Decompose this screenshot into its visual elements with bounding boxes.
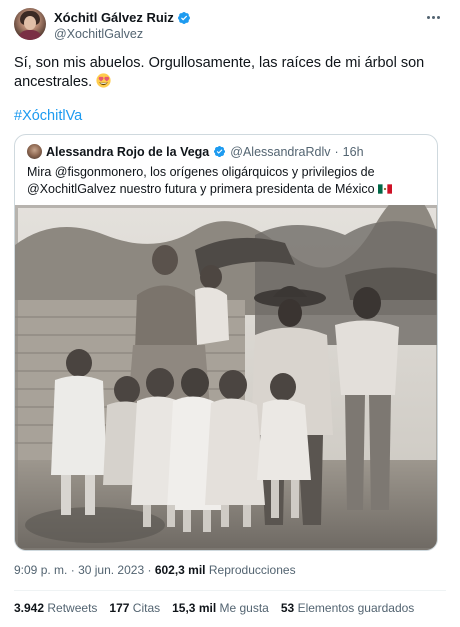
likes-count: 15,3 mil [172, 601, 217, 615]
tweet-time[interactable]: 9:09 p. m. [14, 563, 67, 577]
bookmarks-stat[interactable]: 53 Elementos guardados [281, 601, 414, 615]
tweet-header: Xóchitl Gálvez Ruiz @XochitlGalvez [14, 8, 446, 42]
retweets-count: 3.942 [14, 601, 45, 615]
quotes-count: 177 [109, 601, 130, 615]
views-label: Reproducciones [208, 563, 296, 577]
meta-separator: · [147, 563, 152, 577]
tweet-text: Sí, son mis abuelos. Orgullosamente, las… [14, 54, 434, 92]
divider [14, 590, 446, 591]
quoted-avatar[interactable] [27, 144, 42, 159]
quoted-tweet-text: Mira @fisgonmonero, los orígenes oligárq… [27, 164, 427, 197]
bookmarks-label: Elementos guardados [297, 601, 415, 615]
quotes-label: Citas [132, 601, 161, 615]
tweet: Xóchitl Gálvez Ruiz @XochitlGalvez Sí, s… [0, 0, 460, 627]
family-photo-image [15, 205, 437, 550]
family-photo[interactable] [15, 205, 437, 550]
tweet-date[interactable]: 30 jun. 2023 [78, 563, 144, 577]
author-handle[interactable]: @XochitlGalvez [54, 27, 143, 41]
likes-label: Me gusta [219, 601, 269, 615]
views-count: 602,3 mil [154, 563, 206, 577]
quoted-separator: · [334, 144, 339, 159]
retweets-label: Retweets [47, 601, 98, 615]
more-options-icon[interactable] [422, 10, 444, 24]
retweets-stat[interactable]: 3.942 Retweets [14, 601, 97, 615]
quoted-timestamp[interactable]: 16h [343, 145, 364, 159]
quoted-handle[interactable]: @AlessandraRdlv [230, 145, 330, 159]
quoted-tweet[interactable]: Alessandra Rojo de la Vega @AlessandraRd… [14, 134, 438, 551]
quoted-text-content: Mira @fisgonmonero, los orígenes oligárq… [27, 165, 375, 196]
quoted-display-name[interactable]: Alessandra Rojo de la Vega [46, 145, 209, 159]
author-display-name[interactable]: Xóchitl Gálvez Ruiz [54, 10, 174, 25]
author-name-row: Xóchitl Gálvez Ruiz [54, 10, 191, 25]
avatar[interactable] [14, 8, 46, 40]
verified-badge-icon [177, 11, 190, 24]
hashtag-link[interactable]: #XóchitlVa [14, 108, 82, 124]
heart-eyes-emoji-icon [96, 73, 111, 88]
bookmarks-count: 53 [280, 601, 295, 615]
meta-separator: · [70, 563, 75, 577]
quoted-verified-badge-icon [214, 145, 226, 158]
likes-stat[interactable]: 15,3 mil Me gusta [172, 601, 269, 615]
tweet-text-content: Sí, son mis abuelos. Orgullosamente, las… [14, 55, 425, 90]
engagement-stats: 3.942 Retweets 177 Citas 15,3 mil Me gus… [14, 601, 414, 615]
tweet-meta: 9:09 p. m. · 30 jun. 2023 · 602,3 mil Re… [14, 563, 296, 577]
mexico-flag-icon [378, 183, 393, 194]
quotes-stat[interactable]: 177 Citas [109, 601, 160, 615]
quoted-tweet-header: Alessandra Rojo de la Vega @AlessandraRd… [27, 144, 364, 159]
